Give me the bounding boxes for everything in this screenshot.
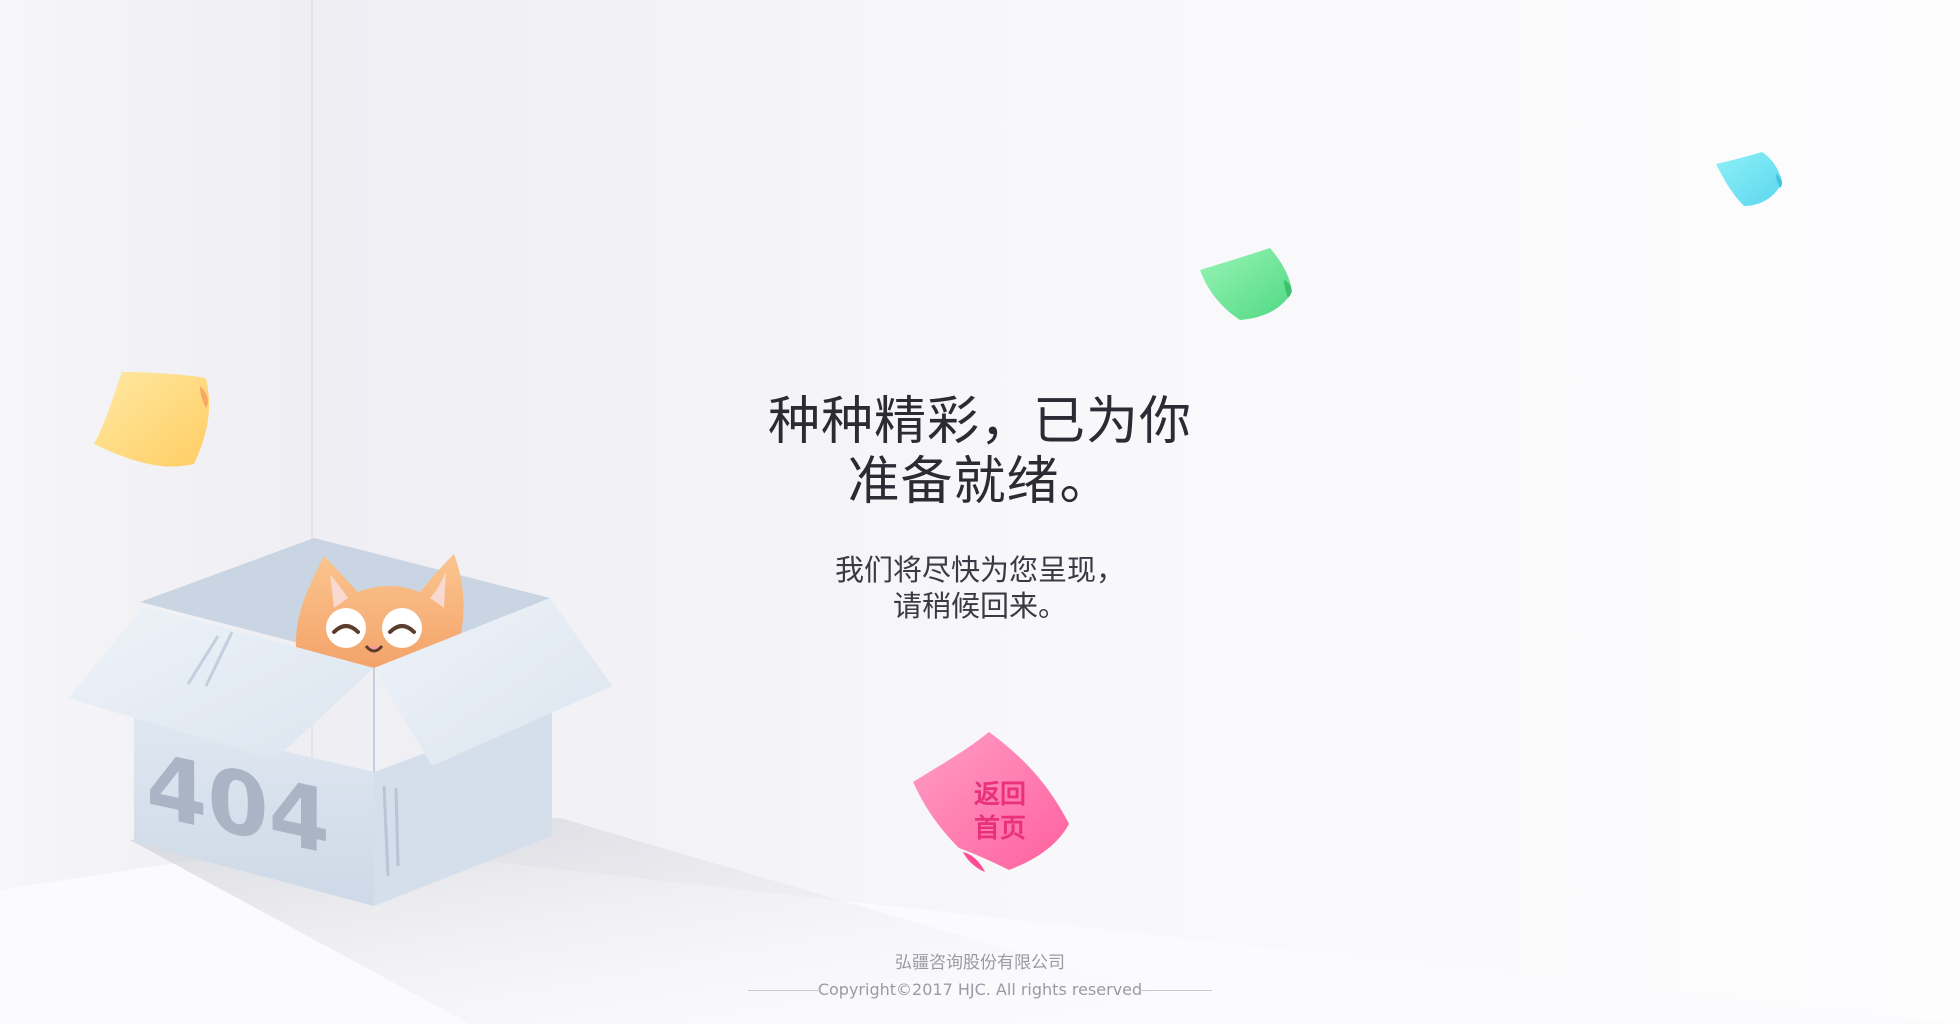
hero-message: 种种精彩，已为你 准备就绪。 我们将尽快为您呈现， 请稍候回来。 [730, 392, 1230, 624]
footer-divider [1140, 990, 1212, 991]
open-box-icon: 404 [68, 538, 612, 906]
page-title: 种种精彩，已为你 准备就绪。 [767, 392, 1192, 512]
copyright-text: Copyright©2017 HJC. All rights reserved [817, 980, 1143, 999]
sticky-note-icon [94, 372, 210, 467]
subtitle: 我们将尽快为您呈现， 请稍候回来。 [834, 553, 1125, 623]
footer: 弘疆咨询股份有限公司 Copyright©2017 HJC. All right… [740, 952, 1220, 1000]
footer-divider [748, 990, 820, 991]
home-button[interactable]: 返回 首页 [905, 728, 1075, 878]
copyright: Copyright©2017 HJC. All rights reserved [740, 980, 1220, 1000]
home-button-label: 返回 首页 [973, 780, 1026, 844]
sticky-note-icon [1716, 152, 1783, 206]
box-404-label: 404 [146, 733, 330, 875]
sticky-note-icon [1200, 248, 1292, 320]
company-name: 弘疆咨询股份有限公司 [895, 953, 1065, 973]
